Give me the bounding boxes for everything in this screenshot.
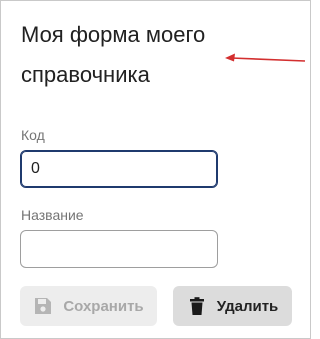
red-arrow-icon bbox=[225, 53, 306, 62]
trash-icon bbox=[187, 296, 207, 316]
save-button-label: Сохранить bbox=[63, 297, 144, 315]
name-label: Название bbox=[21, 207, 84, 223]
floppy-disk-icon bbox=[33, 296, 53, 316]
form-title: Моя форма моего справочника bbox=[21, 22, 206, 87]
delete-button-label: Удалить bbox=[216, 297, 279, 315]
code-input[interactable] bbox=[20, 150, 218, 188]
form-panel: Моя форма моего справочника Код Название… bbox=[0, 0, 311, 339]
name-input[interactable] bbox=[20, 230, 218, 268]
save-button[interactable]: Сохранить bbox=[20, 286, 157, 326]
code-label: Код bbox=[21, 127, 45, 143]
delete-button[interactable]: Удалить bbox=[173, 286, 292, 326]
